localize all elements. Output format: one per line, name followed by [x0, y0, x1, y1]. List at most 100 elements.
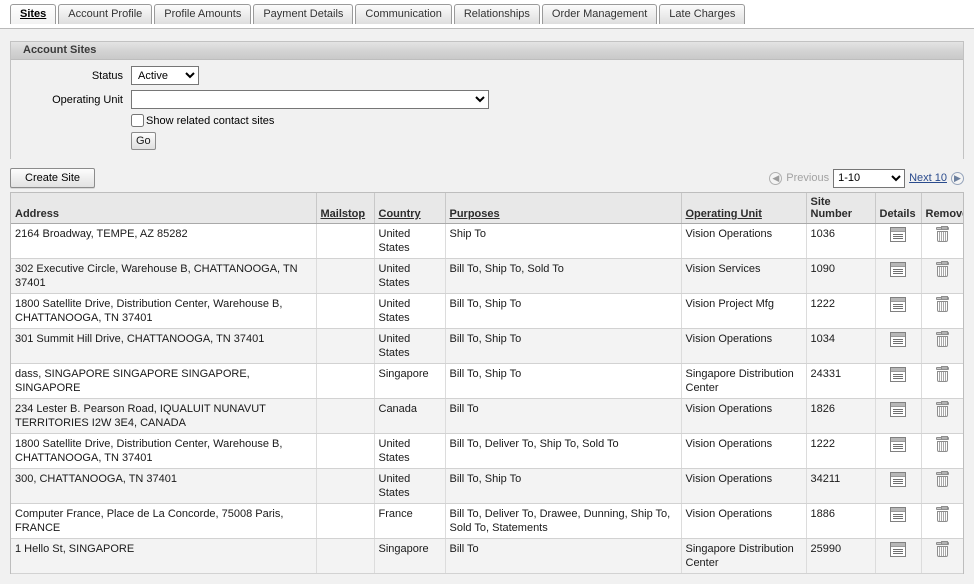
cell-site-number: 24331: [806, 363, 876, 399]
details-icon[interactable]: [890, 332, 906, 351]
cell-details: [875, 363, 922, 399]
region-title: Account Sites: [11, 42, 963, 60]
table-row: Computer France, Place de La Concorde, 7…: [11, 503, 963, 539]
details-icon[interactable]: [890, 367, 906, 386]
column-header-label: Country: [378, 208, 421, 220]
cell-country: United States: [374, 258, 446, 294]
tab-label: Profile Amounts: [164, 8, 242, 20]
table-action-bar: Create Site ◀ Previous 1-10 Next 10 ▶: [10, 168, 964, 188]
details-icon[interactable]: [890, 542, 906, 561]
cell-remove: [921, 363, 963, 399]
cell-country: United States: [374, 433, 446, 469]
cell-mailstop: [316, 538, 375, 574]
status-row: Status Active: [11, 66, 963, 85]
cell-remove: [921, 258, 963, 294]
table-row: dass, SINGAPORE SINGAPORE SINGAPORE, SIN…: [11, 363, 963, 399]
pagination-controls: ◀ Previous 1-10 Next 10 ▶: [769, 168, 964, 188]
cell-remove: [921, 293, 963, 329]
trash-icon[interactable]: [935, 471, 949, 491]
details-icon[interactable]: [890, 507, 906, 526]
cell-operating-unit: Vision Operations: [681, 468, 807, 504]
tab-late-charges[interactable]: Late Charges: [659, 4, 746, 24]
cell-mailstop: [316, 433, 375, 469]
cell-operating-unit: Vision Operations: [681, 503, 807, 539]
cell-operating-unit: Vision Operations: [681, 223, 807, 259]
column-header-site-number: Site Number: [806, 193, 876, 224]
tab-payment-details[interactable]: Payment Details: [253, 4, 354, 24]
cell-address: 1 Hello St, SINGAPORE: [11, 538, 317, 574]
status-select[interactable]: Active: [131, 66, 199, 85]
tab-communication[interactable]: Communication: [355, 4, 452, 24]
cell-details: [875, 503, 922, 539]
cell-remove: [921, 503, 963, 539]
cell-country: United States: [374, 328, 446, 364]
cell-address: 300, CHATTANOOGA, TN 37401: [11, 468, 317, 504]
cell-country: Canada: [374, 398, 446, 434]
tab-account-profile[interactable]: Account Profile: [58, 4, 153, 24]
tab-relationships[interactable]: Relationships: [453, 4, 540, 24]
column-header-label: Mailstop: [320, 208, 366, 220]
tab-order-management[interactable]: Order Management: [541, 4, 658, 24]
go-button[interactable]: Go: [131, 132, 156, 150]
column-header-address: Address: [11, 193, 317, 224]
column-header-remove: Remove: [921, 193, 963, 224]
create-site-button[interactable]: Create Site: [10, 168, 96, 188]
details-icon[interactable]: [890, 227, 906, 246]
status-label: Status: [91, 69, 123, 82]
column-header-purposes[interactable]: Purposes: [445, 193, 682, 224]
cell-mailstop: [316, 328, 375, 364]
cell-remove: [921, 328, 963, 364]
cell-operating-unit: Vision Services: [681, 258, 807, 294]
trash-icon[interactable]: [935, 541, 949, 561]
table-header-row: Address Mailstop Country Purposes Operating …: [11, 193, 963, 224]
column-header-country[interactable]: Country: [374, 193, 446, 224]
cell-country: United States: [374, 223, 446, 259]
tab-label: Communication: [365, 8, 442, 20]
cell-details: [875, 328, 922, 364]
page-range-select[interactable]: 1-10: [833, 168, 906, 188]
details-icon[interactable]: [890, 297, 906, 316]
column-header-label: Purposes: [449, 208, 500, 220]
trash-icon[interactable]: [935, 226, 949, 246]
next-link[interactable]: Next 10: [909, 172, 947, 184]
cell-details: [875, 538, 922, 574]
operating-unit-label: Operating Unit: [52, 93, 123, 106]
trash-icon[interactable]: [935, 366, 949, 386]
column-header-details: Details: [875, 193, 922, 224]
details-icon[interactable]: [890, 472, 906, 491]
operating-unit-select[interactable]: [131, 90, 489, 109]
cell-country: France: [374, 503, 446, 539]
details-icon[interactable]: [890, 262, 906, 281]
show-related-contact-sites-checkbox[interactable]: [131, 114, 144, 127]
cell-remove: [921, 398, 963, 434]
column-header-operating-unit[interactable]: Operating Unit: [681, 193, 807, 224]
column-header-label: Operating Unit: [685, 208, 762, 220]
trash-icon[interactable]: [935, 506, 949, 526]
trash-icon[interactable]: [935, 296, 949, 316]
tab-label: Sites: [20, 8, 47, 20]
cell-purposes: Ship To: [445, 223, 682, 259]
details-icon[interactable]: [890, 402, 906, 421]
cell-remove: [921, 433, 963, 469]
cell-operating-unit: Singapore Distribution Center: [681, 538, 807, 574]
trash-icon[interactable]: [935, 261, 949, 281]
previous-link: Previous: [786, 172, 830, 184]
cell-address: 1800 Satellite Drive, Distribution Cente…: [11, 433, 317, 469]
trash-icon[interactable]: [935, 436, 949, 456]
cell-site-number: 1036: [806, 223, 876, 259]
cell-site-number: 1826: [806, 398, 876, 434]
cell-site-number: 1090: [806, 258, 876, 294]
cell-operating-unit: Vision Operations: [681, 433, 807, 469]
cell-purposes: Bill To: [445, 398, 682, 434]
show-related-contact-sites-label[interactable]: Show related contact sites: [146, 115, 274, 127]
tab-sites[interactable]: Sites: [10, 4, 57, 24]
cell-mailstop: [316, 293, 375, 329]
cell-address: 302 Executive Circle, Warehouse B, CHATT…: [11, 258, 317, 294]
cell-details: [875, 468, 922, 504]
tab-profile-amounts[interactable]: Profile Amounts: [154, 4, 252, 24]
trash-icon[interactable]: [935, 401, 949, 421]
trash-icon[interactable]: [935, 331, 949, 351]
column-header-mailstop[interactable]: Mailstop: [316, 193, 375, 224]
details-icon[interactable]: [890, 437, 906, 456]
next-arrow-icon[interactable]: ▶: [951, 171, 964, 185]
